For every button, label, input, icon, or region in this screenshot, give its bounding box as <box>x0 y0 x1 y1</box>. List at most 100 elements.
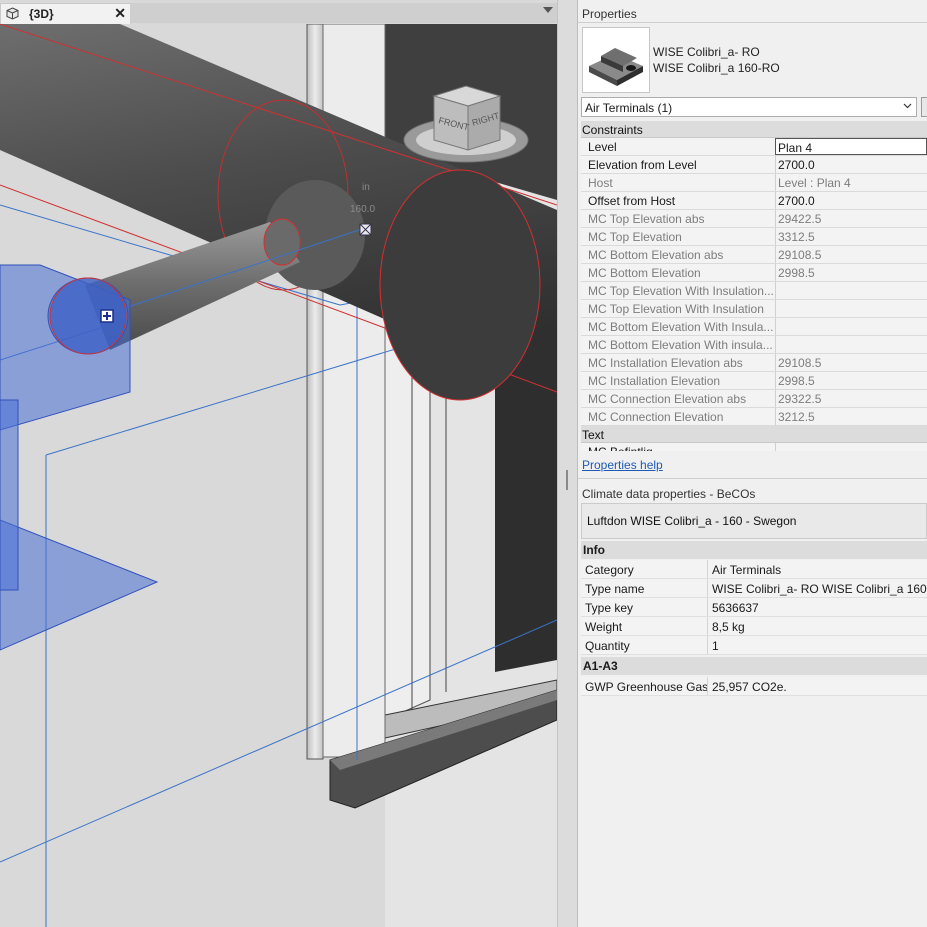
climate-row: Type key 5636637 <box>581 598 927 617</box>
property-name: Level <box>588 140 617 154</box>
property-value: 29422.5 <box>775 210 927 227</box>
climate-row-name: GWP Greenhouse Gas <box>585 680 709 694</box>
properties-help-link[interactable]: Properties help <box>582 458 663 472</box>
panel-title: Properties <box>582 7 637 21</box>
property-name: Elevation from Level <box>588 158 697 172</box>
property-value: 3212.5 <box>775 408 927 425</box>
property-name: Offset from Host <box>588 194 676 208</box>
climate-row: Type name WISE Colibri_a- RO WISE Colibri… <box>581 579 927 598</box>
climate-row-value: 8,5 kg <box>707 617 927 635</box>
a1-group-header: A1-A3 <box>581 657 927 675</box>
climate-row-name: Category <box>585 563 634 577</box>
tab-strip <box>130 3 557 23</box>
property-row: MC Installation Elevation 2998.5 <box>581 372 927 390</box>
group-header-constraints[interactable]: Constraints <box>581 121 927 138</box>
close-icon[interactable]: ✕ <box>114 5 126 22</box>
property-row: MC Top Elevation 3312.5 <box>581 228 927 246</box>
property-value: 29108.5 <box>775 354 927 371</box>
property-value[interactable]: Plan 4 <box>775 138 927 155</box>
chevron-down-icon[interactable] <box>903 101 912 110</box>
group-header-text[interactable]: Text <box>581 426 927 443</box>
property-row: MC Top Elevation abs 29422.5 <box>581 210 927 228</box>
terminal-neck <box>49 277 127 355</box>
property-value[interactable]: 2700.0 <box>775 156 927 173</box>
divider <box>578 22 927 23</box>
property-value: 29108.5 <box>775 246 927 263</box>
property-row: MC Connection Elevation abs 29322.5 <box>581 390 927 408</box>
dimension-label: 160.0 <box>350 204 375 215</box>
climate-product: Luftdon WISE Colibri_a - 160 - Swegon <box>587 514 797 528</box>
dark-panel <box>495 360 557 672</box>
property-value: 2998.5 <box>775 264 927 281</box>
property-row: MC Bottom Elevation With insula... <box>581 336 927 354</box>
property-row[interactable]: Elevation from Level 2700.0 <box>581 156 927 174</box>
climate-row-value: Air Terminals <box>707 560 927 578</box>
property-row: MC Connection Elevation 3212.5 <box>581 408 927 426</box>
property-row: MC Top Elevation With Insulation <box>581 300 927 318</box>
property-name: MC Installation Elevation <box>588 374 721 388</box>
type-selector-dropdown[interactable]: Air Terminals (1) <box>581 97 917 117</box>
property-row[interactable]: Offset from Host 2700.0 <box>581 192 927 210</box>
property-value <box>775 336 927 353</box>
property-name: MC Top Elevation <box>588 230 682 244</box>
climate-row: GWP Greenhouse Gas 25,957 CO2e. <box>581 677 927 696</box>
property-name: MC Bottom Elevation <box>588 266 701 280</box>
property-row: MC Bottom Elevation With Insula... <box>581 318 927 336</box>
property-name: Host <box>588 176 613 190</box>
type-preview <box>582 27 650 93</box>
duct-joint <box>379 169 541 401</box>
tab-3d-view[interactable]: {3D} ✕ <box>0 3 131 24</box>
type-selector-value: Air Terminals (1) <box>585 101 673 115</box>
climate-row-name: Type name <box>585 582 645 596</box>
property-row: MC Installation Elevation abs 29108.5 <box>581 354 927 372</box>
property-value: 29322.5 <box>775 390 927 407</box>
climate-row: Quantity 1 <box>581 636 927 655</box>
chevron-down-icon[interactable] <box>543 7 553 13</box>
type-family: WISE Colibri_a- RO <box>653 45 760 59</box>
type-name: WISE Colibri_a 160-RO <box>653 61 780 75</box>
properties-grid: Constraints Level Plan 4 Elevation from Lev… <box>581 121 927 451</box>
property-value <box>775 300 927 317</box>
property-name: MC Bottom Elevation With insula... <box>588 338 773 352</box>
splitter-grip[interactable] <box>566 470 568 490</box>
property-name: MC Top Elevation With Insulation <box>588 302 764 316</box>
property-name: MC Installation Elevation abs <box>588 356 743 370</box>
property-value <box>775 282 927 299</box>
property-value <box>775 318 927 335</box>
property-value: 2998.5 <box>775 372 927 389</box>
info-group-header: Info <box>581 541 927 559</box>
climate-row: Weight 8,5 kg <box>581 617 927 636</box>
property-name: MC Bottom Elevation abs <box>588 248 724 262</box>
3d-model-scene[interactable]: in 160.0 FRONT RIGHT <box>0 24 557 927</box>
property-value: Level : Plan 4 <box>775 174 927 191</box>
climate-row-value: 1 <box>707 636 927 654</box>
climate-title: Climate data properties - BeCOs <box>582 487 756 501</box>
climate-row-name: Type key <box>585 601 634 615</box>
property-value[interactable]: 2700.0 <box>775 192 927 209</box>
property-name: MC Top Elevation abs <box>588 212 705 226</box>
property-row: Host Level : Plan 4 <box>581 174 927 192</box>
climate-row-value: 25,957 CO2e. <box>707 677 927 695</box>
property-name: MC Connection Elevation abs <box>588 392 747 406</box>
edit-type-button[interactable] <box>921 97 927 117</box>
property-row: MC Top Elevation With Insulation... <box>581 282 927 300</box>
property-name: MC Befintlig <box>588 445 774 451</box>
3d-viewport[interactable]: {3D} ✕ in 160.0 FRONT RIGHT <box>0 0 557 927</box>
property-value: 3312.5 <box>775 228 927 245</box>
property-value[interactable] <box>775 443 927 451</box>
tab-label: {3D} <box>29 7 54 21</box>
divider <box>578 478 927 479</box>
property-row[interactable]: MC Befintlig <box>581 443 927 451</box>
property-row: MC Bottom Elevation abs 29108.5 <box>581 246 927 264</box>
property-row[interactable]: Level Plan 4 <box>581 138 927 156</box>
connector-icon[interactable] <box>359 223 372 236</box>
climate-row: Category Air Terminals <box>581 560 927 579</box>
connector-add-icon[interactable] <box>100 309 114 323</box>
panel-splitter[interactable] <box>557 0 578 927</box>
climate-row-value: 5636637 <box>707 598 927 616</box>
property-row: MC Bottom Elevation 2998.5 <box>581 264 927 282</box>
properties-panel: Properties WISE Colibri_a- RO WISE Colib… <box>578 0 927 927</box>
climate-product-box[interactable]: Luftdon WISE Colibri_a - 160 - Swegon <box>581 503 927 539</box>
property-name: MC Top Elevation With Insulation... <box>588 284 774 298</box>
climate-row-name: Weight <box>585 620 623 634</box>
